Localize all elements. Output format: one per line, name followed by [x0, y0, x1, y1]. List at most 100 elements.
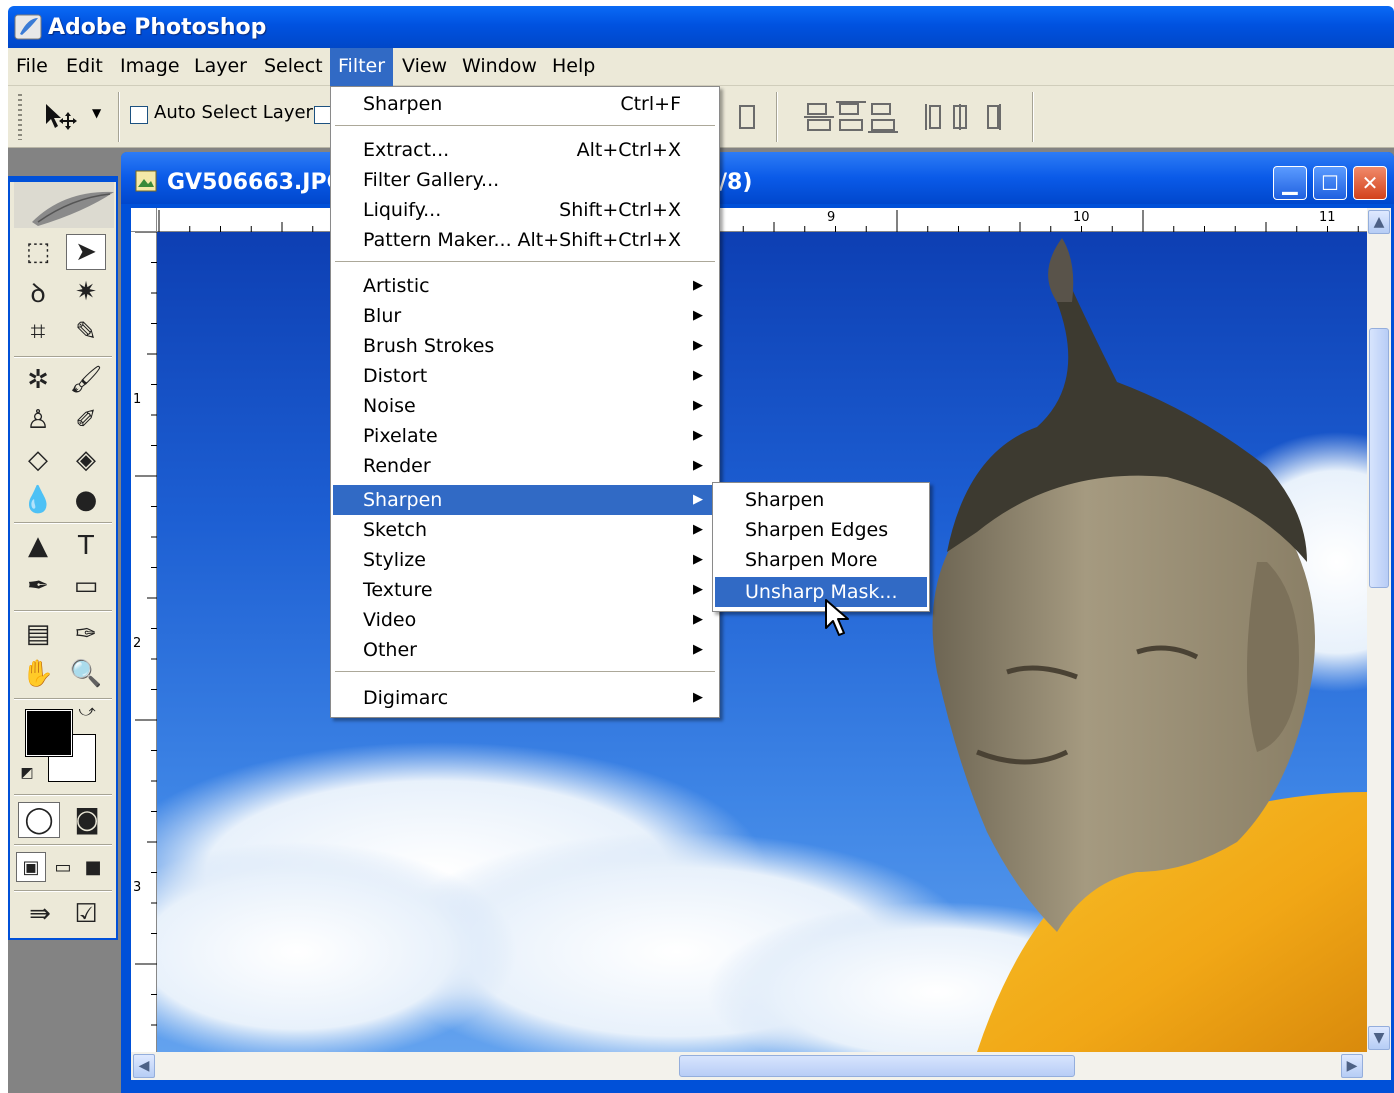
menu-help[interactable]: Help: [544, 48, 603, 86]
ruler-left[interactable]: 1 2 3: [131, 231, 157, 1052]
blur-tool-icon[interactable]: 💧: [18, 482, 58, 518]
scroll-right-button[interactable]: ▶: [1341, 1054, 1363, 1078]
menu-item-stylize[interactable]: Stylize ▶: [333, 545, 717, 575]
submenu-arrow-icon: ▶: [693, 690, 703, 705]
ruler-label: 10: [1073, 210, 1090, 225]
menu-item-filter-gallery[interactable]: Filter Gallery...: [333, 165, 717, 195]
menu-item-noise[interactable]: Noise ▶: [333, 391, 717, 421]
history-brush-tool-icon[interactable]: ✐: [66, 402, 106, 438]
menu-filter[interactable]: Filter: [330, 48, 394, 86]
submenu-arrow-icon: ▶: [693, 642, 703, 657]
document-title-bar[interactable]: GV506663.JPG /8) ▁ ☐ ✕: [121, 152, 1394, 204]
menu-item-distort[interactable]: Distort ▶: [333, 361, 717, 391]
eyedropper-tool-icon[interactable]: ✑: [66, 616, 106, 652]
notes-tool-icon[interactable]: ▤: [18, 616, 58, 652]
vertical-scrollbar[interactable]: ▲ ▼: [1367, 208, 1391, 1052]
hand-tool-icon[interactable]: ✋: [18, 656, 58, 692]
toolbox-palette: ⬚ ➤ ꝺ ✷ ⌗ ✎ ✲ 🖌 ♙ ✐ ◇ ◈ 💧 ● ▲ T ✒ ▭ ▤ ✑ …: [8, 176, 118, 940]
menu-item-extract[interactable]: Extract... Alt+Ctrl+X: [333, 135, 717, 165]
full-screen-mode-icon[interactable]: ■: [78, 852, 108, 882]
rectangle-tool-icon[interactable]: ▭: [66, 568, 106, 604]
menu-item-pattern-maker[interactable]: Pattern Maker... Alt+Shift+Ctrl+X: [333, 225, 717, 255]
app-title: Adobe Photoshop: [48, 15, 267, 40]
menu-item-sharpen[interactable]: Sharpen ▶: [333, 485, 717, 515]
quick-mask-mode-icon[interactable]: ◙: [66, 802, 108, 838]
submenu-arrow-icon: ▶: [693, 278, 703, 293]
submenu-arrow-icon: ▶: [693, 458, 703, 473]
horizontal-scrollbar[interactable]: ◀ ▶: [131, 1052, 1391, 1080]
minimize-button[interactable]: ▁: [1273, 166, 1307, 200]
menu-file[interactable]: File: [8, 48, 56, 86]
move-tool-icon[interactable]: ➤: [66, 234, 106, 270]
scroll-up-button[interactable]: ▲: [1368, 210, 1390, 234]
menu-item-brush-strokes[interactable]: Brush Strokes ▶: [333, 331, 717, 361]
menu-item-sketch[interactable]: Sketch ▶: [333, 515, 717, 545]
scroll-left-button[interactable]: ◀: [133, 1054, 155, 1078]
auto-select-layer-checkbox[interactable]: [130, 106, 148, 124]
menu-image[interactable]: Image: [112, 48, 188, 86]
menu-layer[interactable]: Layer: [186, 48, 255, 86]
align-distribute-icons[interactable]: [728, 94, 1048, 140]
submenu-item-sharpen[interactable]: Sharpen: [715, 485, 927, 515]
submenu-item-sharpen-edges[interactable]: Sharpen Edges: [715, 515, 927, 545]
menu-item-texture[interactable]: Texture ▶: [333, 575, 717, 605]
ruler-top[interactable]: 9 10 11: [131, 208, 1375, 232]
menu-edit[interactable]: Edit: [58, 48, 111, 86]
clone-stamp-tool-icon[interactable]: ♙: [18, 402, 58, 438]
horizontal-scroll-thumb[interactable]: [679, 1055, 1075, 1077]
ruler-top-ticks: [158, 210, 1359, 232]
magic-wand-tool-icon[interactable]: ✷: [66, 274, 106, 310]
photoshop-feather-icon: [14, 14, 42, 40]
full-screen-menu-mode-icon[interactable]: ▭: [48, 852, 78, 882]
menu-item-last-filter[interactable]: Sharpen Ctrl+F: [333, 89, 717, 119]
zoom-tool-icon[interactable]: 🔍: [66, 656, 106, 692]
scroll-down-button[interactable]: ▼: [1368, 1026, 1390, 1050]
menu-separator: [335, 671, 715, 674]
lasso-tool-icon[interactable]: ꝺ: [18, 274, 58, 310]
document-title-suffix: /8): [719, 170, 753, 195]
menu-item-artistic[interactable]: Artistic ▶: [333, 271, 717, 301]
crop-tool-icon[interactable]: ⌗: [18, 314, 58, 350]
submenu-item-sharpen-more[interactable]: Sharpen More: [715, 545, 927, 575]
toolbox-divider: [14, 794, 112, 796]
ruler-origin[interactable]: [131, 208, 157, 232]
path-selection-tool-icon[interactable]: ▲: [18, 528, 58, 564]
submenu-item-unsharp-mask[interactable]: Unsharp Mask...: [715, 577, 927, 607]
menu-item-liquify[interactable]: Liquify... Shift+Ctrl+X: [333, 195, 717, 225]
jump-to-imageready-icon[interactable]: ⇛: [20, 896, 60, 932]
marquee-tool-icon[interactable]: ⬚: [18, 234, 58, 270]
standard-screen-mode-icon[interactable]: ▣: [16, 852, 46, 882]
ruler-label: 9: [827, 210, 836, 225]
maximize-button[interactable]: ☐: [1313, 166, 1347, 200]
options-bar-grip[interactable]: [18, 94, 22, 140]
type-tool-icon[interactable]: T: [66, 528, 106, 564]
menu-item-pixelate[interactable]: Pixelate ▶: [333, 421, 717, 451]
toolbox-feather-icon[interactable]: [14, 182, 114, 228]
menu-item-digimarc[interactable]: Digimarc ▶: [333, 683, 717, 713]
edit-in-imageready-icon[interactable]: ☑: [66, 896, 106, 932]
move-tool-icon[interactable]: [42, 100, 82, 134]
brush-tool-icon[interactable]: 🖌: [66, 362, 106, 398]
default-colors-icon[interactable]: ◩: [16, 762, 38, 784]
toolbox-divider: [14, 522, 112, 524]
dodge-tool-icon[interactable]: ●: [66, 482, 106, 518]
menu-item-render[interactable]: Render ▶: [333, 451, 717, 481]
healing-brush-tool-icon[interactable]: ✲: [18, 362, 58, 398]
eraser-tool-icon[interactable]: ◇: [18, 442, 58, 478]
vertical-scroll-thumb[interactable]: [1369, 328, 1389, 588]
close-button[interactable]: ✕: [1353, 166, 1387, 200]
pen-tool-icon[interactable]: ✒: [18, 568, 58, 604]
paint-bucket-tool-icon[interactable]: ◈: [66, 442, 106, 478]
standard-mode-icon[interactable]: ◯: [18, 802, 60, 838]
menu-view[interactable]: View: [394, 48, 455, 86]
menu-window[interactable]: Window: [454, 48, 545, 86]
menu-item-blur[interactable]: Blur ▶: [333, 301, 717, 331]
menu-item-other[interactable]: Other ▶: [333, 635, 717, 665]
slice-tool-icon[interactable]: ✎: [66, 314, 106, 350]
menu-item-video[interactable]: Video ▶: [333, 605, 717, 635]
tool-preset-dropdown-arrow-icon[interactable]: ▼: [92, 106, 101, 120]
swap-colors-icon[interactable]: ⤻: [76, 700, 98, 722]
menu-select[interactable]: Select: [256, 48, 331, 86]
foreground-color-swatch[interactable]: [25, 709, 73, 757]
submenu-arrow-icon: ▶: [693, 552, 703, 567]
